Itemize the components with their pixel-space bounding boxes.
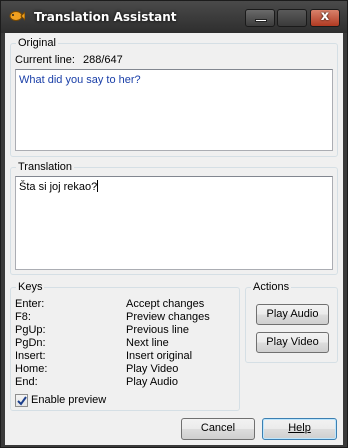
translation-text: Šta si joj rekao? (19, 181, 98, 193)
key-name: PgDn: (15, 337, 46, 349)
translation-textbox[interactable]: Šta si joj rekao? (15, 176, 333, 270)
cancel-button[interactable]: Cancel (181, 418, 255, 440)
original-group-label: Original (16, 37, 58, 49)
window-title: Translation Assistant (34, 10, 177, 24)
translation-assistant-window: Translation Assistant x Original Current… (0, 0, 348, 448)
key-action: Play Video (126, 363, 179, 375)
enable-preview-label: Enable preview (31, 394, 107, 406)
key-action: Accept changes (126, 298, 205, 310)
key-names-column: Enter: F8: PgUp: PgDn: Insert: Home: End… (15, 298, 47, 389)
title-bar[interactable]: Translation Assistant x (1, 1, 347, 33)
cancel-label: Cancel (200, 422, 236, 434)
key-action: Previous line (126, 324, 189, 336)
dialog-body: Original Current line: 288/647 What did … (5, 33, 343, 445)
key-name: F8: (15, 311, 31, 323)
play-video-button[interactable]: Play Video (256, 332, 329, 353)
text-caret (97, 180, 99, 192)
current-line-value: 288/647 (83, 54, 123, 66)
key-action: Next line (126, 337, 169, 349)
keys-group-label: Keys (16, 281, 45, 293)
key-action: Insert original (126, 350, 193, 362)
play-video-label: Play Video (266, 336, 319, 348)
checkmark-icon (17, 396, 27, 406)
maximize-button (277, 9, 307, 27)
current-line-label: Current line: (15, 54, 75, 66)
key-name: Home: (15, 363, 48, 375)
app-icon (9, 11, 25, 21)
key-name: End: (15, 376, 38, 388)
close-icon: x (320, 9, 330, 24)
key-name: Insert: (15, 350, 46, 362)
help-label: Help (288, 422, 311, 434)
actions-group-label: Actions (251, 281, 292, 293)
key-actions-column: Accept changes Preview changes Previous … (126, 298, 210, 389)
help-button[interactable]: Help (262, 418, 337, 440)
original-text: What did you say to her? (19, 74, 141, 86)
key-action: Play Audio (126, 376, 178, 388)
original-textbox[interactable]: What did you say to her? (15, 69, 333, 151)
minimize-icon (255, 19, 267, 22)
close-button[interactable]: x (310, 9, 340, 27)
translation-group-label: Translation (16, 161, 75, 173)
play-audio-button[interactable]: Play Audio (256, 304, 329, 325)
checkbox-box[interactable] (15, 394, 28, 407)
play-audio-label: Play Audio (266, 308, 319, 320)
key-action: Preview changes (126, 311, 210, 323)
key-name: PgUp: (15, 324, 46, 336)
enable-preview-checkbox[interactable]: Enable preview (15, 394, 135, 408)
minimize-button[interactable] (245, 9, 275, 27)
key-name: Enter: (15, 298, 45, 310)
